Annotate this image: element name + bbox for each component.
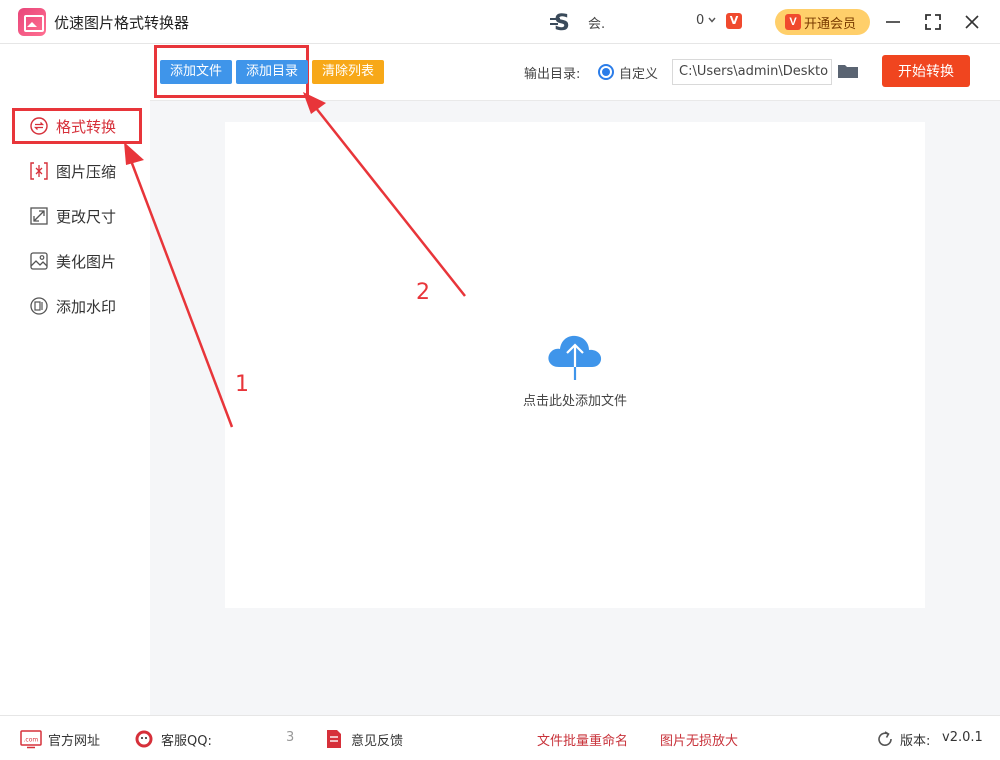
website-icon: .com — [20, 730, 42, 749]
sidebar-item-format-convert[interactable]: 格式转换 — [12, 108, 142, 144]
vip-badge-icon: V — [726, 13, 742, 29]
open-vip-label: 开通会员 — [804, 16, 857, 31]
app-logo-icon — [18, 8, 46, 36]
close-icon[interactable] — [960, 10, 984, 34]
clear-list-button[interactable]: 清除列表 — [312, 60, 384, 84]
dropzone-text: 点击此处添加文件 — [522, 394, 627, 409]
version-info[interactable]: 版本: v2.0.1 — [876, 728, 986, 750]
title-bar: 优速图片格式转换器 S 会. 0 V V 开通会员 — [0, 0, 1000, 44]
service-qq-tail: 3 — [286, 730, 295, 745]
user-avatar-icon[interactable]: S — [550, 10, 580, 34]
official-website-link[interactable]: .com 官方网址 — [20, 728, 110, 750]
watermark-icon — [30, 297, 48, 315]
add-file-button[interactable]: 添加文件 — [160, 60, 232, 84]
version-value: v2.0.1 — [942, 730, 983, 745]
sidebar-item-label: 美化图片 — [56, 253, 117, 271]
resize-icon — [30, 207, 48, 225]
sidebar-item-compress[interactable]: 图片压缩 — [12, 153, 142, 189]
sidebar-item-label: 添加水印 — [56, 298, 117, 316]
service-qq-label: 客服QQ: — [161, 734, 212, 749]
annotation-number-2: 2 — [416, 280, 430, 305]
feedback-label: 意见反馈 — [351, 734, 404, 749]
feedback-icon — [327, 730, 341, 748]
output-path-input[interactable]: C:\Users\admin\Deskto — [672, 59, 832, 85]
qq-icon — [135, 730, 153, 748]
refresh-icon — [878, 731, 892, 746]
sidebar-item-label: 格式转换 — [56, 118, 117, 136]
maximize-icon[interactable] — [921, 10, 945, 34]
folder-icon[interactable] — [837, 62, 859, 80]
open-vip-button[interactable]: V 开通会员 — [775, 9, 870, 35]
sidebar-item-beautify[interactable]: 美化图片 — [12, 243, 142, 279]
sidebar-item-watermark[interactable]: 添加水印 — [12, 288, 142, 324]
add-directory-button[interactable]: 添加目录 — [236, 60, 308, 84]
minimize-icon[interactable] — [881, 10, 905, 34]
compress-icon — [30, 162, 48, 180]
redacted-area — [213, 730, 291, 748]
official-website-label: 官方网址 — [48, 734, 101, 749]
version-label: 版本: — [900, 734, 931, 749]
chevron-down-icon[interactable] — [708, 16, 716, 24]
feedback-link[interactable]: 意见反馈 — [323, 728, 413, 750]
beautify-icon — [30, 252, 48, 270]
annotation-number-1: 1 — [235, 372, 249, 397]
cloud-upload-icon — [548, 335, 602, 380]
convert-icon — [30, 117, 48, 135]
lossless-zoom-link[interactable]: 图片无损放大 — [660, 730, 738, 749]
sidebar-item-resize[interactable]: 更改尺寸 — [12, 198, 142, 234]
sidebar: 格式转换 图片压缩 更改尺寸 美化图片 添加水印 — [0, 45, 150, 715]
file-dropzone[interactable]: 点击此处添加文件 — [225, 122, 925, 608]
sidebar-item-label: 更改尺寸 — [56, 208, 117, 226]
vip-icon: V — [785, 14, 801, 30]
toolbar: 添加文件 添加目录 清除列表 输出目录: 自定义 C:\Users\admin\… — [150, 45, 1000, 101]
user-name[interactable]: 会. — [588, 13, 605, 32]
output-dir-label: 输出目录: — [524, 67, 581, 82]
footer: .com 官方网址 客服QQ: 3 意见反馈 文件批量重命名 图片无损放大 版本… — [0, 715, 1000, 760]
batch-rename-link[interactable]: 文件批量重命名 — [537, 730, 628, 749]
svg-text:S: S — [554, 11, 570, 34]
app-title: 优速图片格式转换器 — [54, 14, 190, 32]
website-icon-text: .com — [24, 737, 39, 744]
custom-output-radio[interactable] — [598, 64, 614, 80]
start-convert-button[interactable]: 开始转换 — [882, 55, 970, 87]
points-count[interactable]: 0 — [696, 13, 704, 28]
custom-output-label[interactable]: 自定义 — [619, 63, 658, 82]
main-panel: 添加文件 添加目录 清除列表 输出目录: 自定义 C:\Users\admin\… — [150, 45, 1000, 715]
sidebar-item-label: 图片压缩 — [56, 163, 117, 181]
